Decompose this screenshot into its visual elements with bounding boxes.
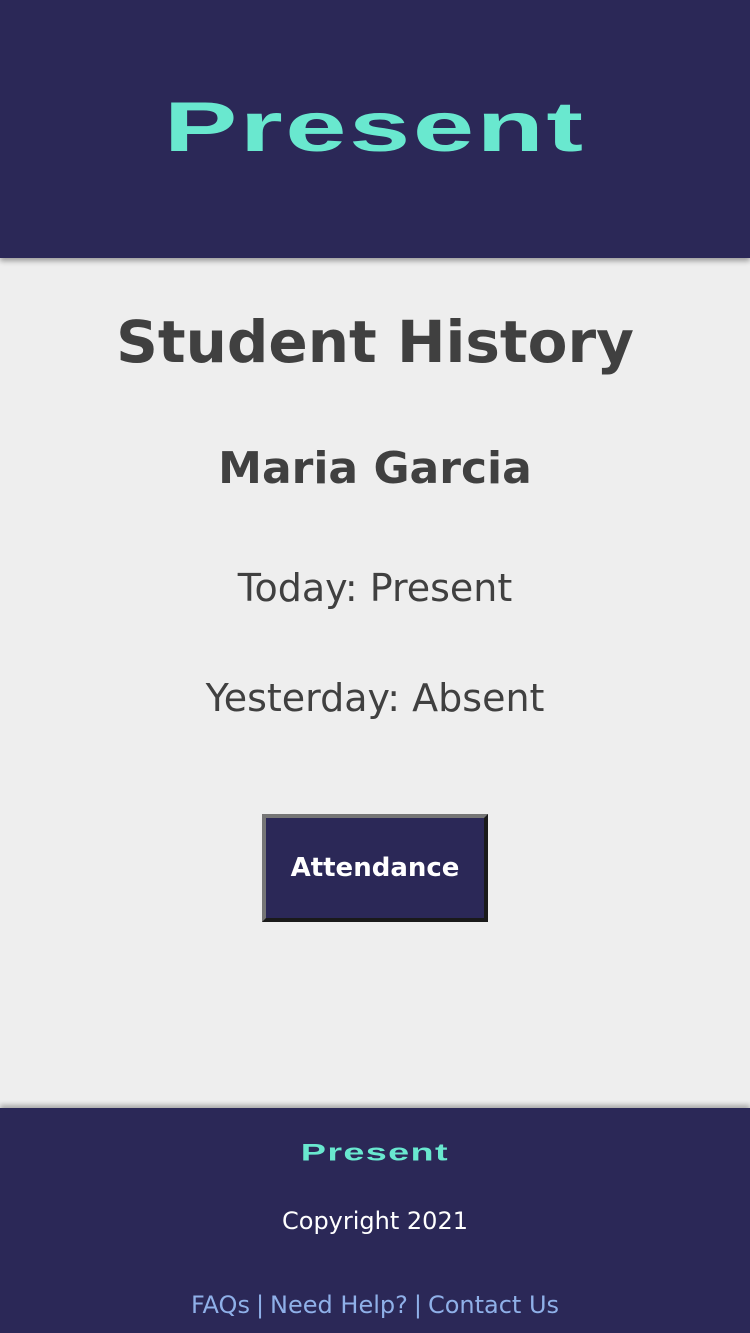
app-logo[interactable]: Present	[164, 92, 586, 163]
footer-logo-text: Present	[300, 1139, 450, 1166]
student-name: Maria Garcia	[218, 443, 532, 494]
link-separator: |	[413, 1291, 422, 1319]
copyright-text: Copyright 2021	[282, 1207, 468, 1235]
contact-us-link[interactable]: Contact Us	[428, 1291, 559, 1319]
app-header: Present	[0, 0, 750, 258]
today-status: Today: Present	[237, 566, 513, 610]
yesterday-status: Yesterday: Absent	[205, 676, 545, 720]
need-help-link[interactable]: Need Help?	[270, 1291, 408, 1319]
attendance-button[interactable]: Attendance	[262, 814, 488, 922]
faqs-link[interactable]: FAQs	[191, 1291, 250, 1319]
main-content: Student History Maria Garcia Today: Pres…	[0, 258, 750, 1108]
page-title: Student History	[116, 308, 634, 376]
footer-links: FAQs | Need Help? | Contact Us	[0, 1290, 750, 1320]
link-separator: |	[255, 1291, 265, 1319]
footer-logo[interactable]: Present	[0, 1136, 750, 1170]
app-footer: Present Copyright 2021 FAQs | Need Help? | C…	[0, 1108, 750, 1333]
